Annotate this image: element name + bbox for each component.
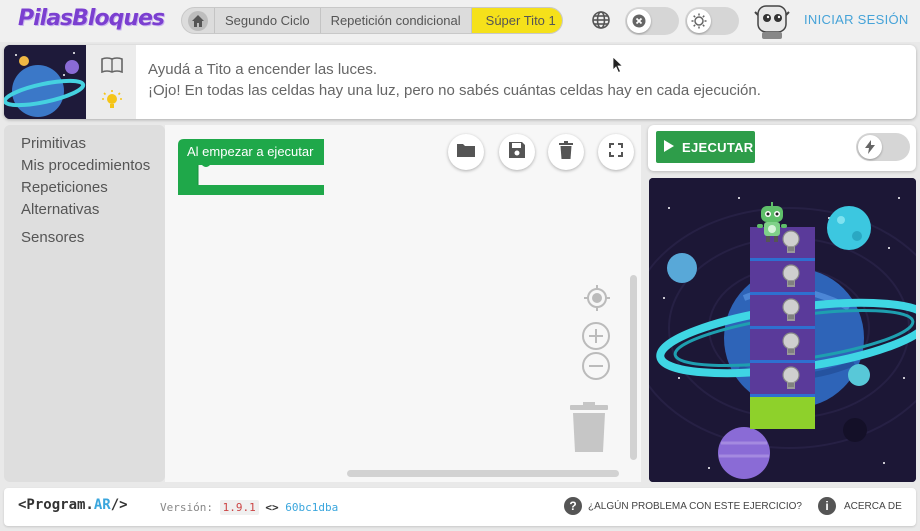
header-bar: PilasBloques Segundo Ciclo Repetición co…	[0, 0, 920, 42]
activity-thumbnail	[4, 45, 86, 119]
question-icon: ?	[564, 497, 582, 515]
breadcrumb-item-tema[interactable]: Repetición condicional	[321, 8, 472, 33]
toolbox-category-repeticiones[interactable]: Repeticiones	[4, 177, 165, 199]
cell-column	[750, 227, 815, 429]
app-logo[interactable]: PilasBloques	[18, 6, 165, 31]
trash-can-icon[interactable]	[570, 402, 608, 459]
blocks-workspace[interactable]: Al empezar a ejecutar	[165, 125, 641, 482]
open-button[interactable]	[448, 134, 484, 170]
breadcrumb-home[interactable]	[182, 8, 215, 33]
mouse-cursor-icon	[612, 56, 624, 74]
instructions-tabs	[86, 45, 136, 119]
start-block[interactable]: Al empezar a ejecutar	[178, 139, 324, 195]
about-link[interactable]: i ACERCA DE	[818, 497, 902, 515]
game-scene	[649, 178, 916, 482]
about-label: ACERCA DE	[844, 500, 902, 512]
report-problem-label: ¿ALGÚN PROBLEMA CON ESTE EJERCICIO?	[588, 500, 802, 512]
commit-hash[interactable]: 60bc1dba	[285, 501, 338, 514]
delete-button[interactable]	[548, 134, 584, 170]
toolbox-category-procedimientos[interactable]: Mis procedimientos	[4, 155, 165, 177]
instructions-line-1: Ayudá a Tito a encender las luces.	[148, 61, 378, 78]
instructions-panel: Ayudá a Tito a encender las luces. ¡Ojo!…	[4, 45, 916, 119]
fullscreen-icon	[609, 142, 623, 162]
save-button[interactable]	[499, 134, 535, 170]
play-icon	[664, 139, 674, 155]
light-cell	[750, 261, 815, 295]
lightbulb-off-icon	[782, 366, 800, 389]
lightbulb-off-icon	[782, 298, 800, 321]
programar-logo-left: <Program.	[18, 497, 94, 513]
lightbulb-off-icon	[782, 332, 800, 355]
trash-icon	[558, 140, 574, 164]
recenter-icon[interactable]	[583, 284, 611, 317]
run-button[interactable]: EJECUTAR	[656, 131, 755, 163]
light-cell	[750, 363, 815, 397]
lightbulb-icon[interactable]	[101, 89, 123, 116]
info-icon: i	[818, 497, 836, 515]
zoom-out-icon[interactable]	[581, 351, 611, 386]
mode-toggle[interactable]	[625, 7, 679, 35]
toolbox-panel: Primitivas Mis procedimientos Repeticion…	[4, 125, 165, 482]
language-globe-icon[interactable]	[590, 9, 612, 31]
code-icon: <>	[265, 501, 279, 514]
run-bar: EJECUTAR	[648, 125, 916, 171]
instructions-line-2: ¡Ojo! En todas las celdas hay una luz, p…	[148, 82, 761, 99]
robot-character	[755, 202, 789, 251]
lightning-icon	[858, 135, 882, 159]
avatar[interactable]	[752, 2, 792, 40]
light-cell	[750, 295, 815, 329]
toolbox-category-sensores[interactable]: Sensores	[4, 227, 165, 249]
version-info: Versión: 1.9.1 <> 60bc1dba	[160, 500, 338, 515]
vertical-scrollbar[interactable]	[630, 275, 637, 460]
save-icon	[508, 141, 526, 164]
lightbulb-off-icon	[782, 264, 800, 287]
light-cell	[750, 329, 815, 363]
breadcrumb-item-ciclo[interactable]: Segundo Ciclo	[215, 8, 321, 33]
toolbox-category-alternativas[interactable]: Alternativas	[4, 199, 165, 221]
report-problem-link[interactable]: ? ¿ALGÚN PROBLEMA CON ESTE EJERCICIO?	[564, 497, 802, 515]
folder-icon	[456, 142, 476, 163]
version-label: Versión:	[160, 501, 213, 514]
goal-cell	[750, 397, 815, 429]
close-icon	[627, 9, 651, 33]
theme-toggle[interactable]	[685, 7, 739, 35]
breadcrumb-item-actividad[interactable]: Súper Tito 1	[471, 8, 562, 33]
turbo-toggle[interactable]	[856, 133, 910, 161]
sun-icon	[687, 9, 711, 33]
breadcrumb: Segundo Ciclo Repetición condicional Súp…	[181, 7, 563, 34]
home-icon	[188, 10, 208, 31]
book-icon[interactable]	[101, 57, 123, 78]
start-block-label: Al empezar a ejecutar	[187, 144, 314, 159]
programar-logo-right: />	[110, 497, 128, 513]
programar-logo-ar: AR	[93, 497, 111, 513]
footer-bar: <Program.AR/> Versión: 1.9.1 <> 60bc1dba…	[4, 488, 916, 526]
instructions-text: Ayudá a Tito a encender las luces. ¡Ojo!…	[148, 59, 761, 101]
fullscreen-button[interactable]	[598, 134, 634, 170]
run-button-label: EJECUTAR	[682, 139, 754, 155]
programar-logo[interactable]: <Program.AR/>	[18, 497, 128, 513]
horizontal-scrollbar[interactable]	[347, 470, 619, 477]
version-number[interactable]: 1.9.1	[219, 500, 259, 515]
toolbox-category-primitivas[interactable]: Primitivas	[4, 133, 165, 155]
login-link[interactable]: INICIAR SESIÓN	[804, 12, 909, 27]
